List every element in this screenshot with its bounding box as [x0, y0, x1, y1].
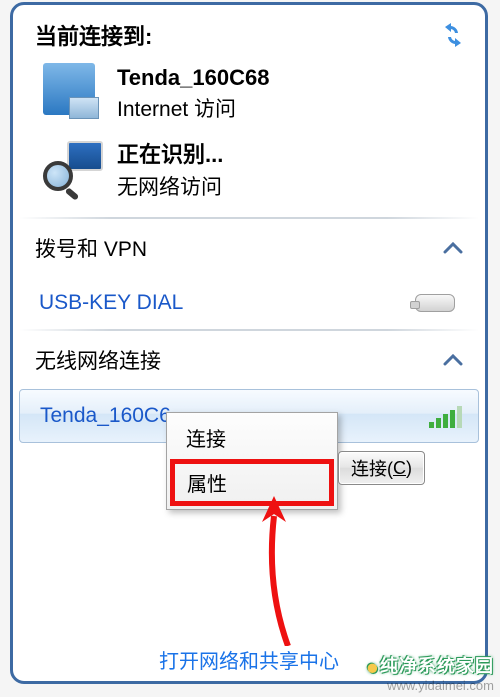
connection-status: 无网络访问 — [117, 171, 223, 201]
section-label: 无线网络连接 — [35, 345, 161, 375]
menu-item-properties[interactable]: 属性 — [170, 459, 334, 506]
connection-identifying[interactable]: 正在识别... 无网络访问 — [13, 129, 485, 207]
section-wireless[interactable]: 无线网络连接 — [13, 331, 485, 389]
network-server-icon — [43, 63, 103, 119]
signal-strength-icon — [429, 404, 462, 428]
header: 当前连接到: — [13, 5, 485, 57]
section-dial-vpn[interactable]: 拨号和 VPN — [13, 219, 485, 277]
header-label: 当前连接到: — [35, 19, 152, 51]
context-menu: 连接 属性 — [166, 412, 338, 510]
wifi-network-name: Tenda_160C6 — [40, 404, 171, 428]
connection-name: Tenda_160C68 — [117, 65, 269, 91]
refresh-icon[interactable] — [439, 23, 467, 47]
chevron-up-icon[interactable] — [443, 241, 463, 255]
connection-status: Internet 访问 — [117, 93, 269, 123]
section-label: 拨号和 VPN — [35, 233, 147, 263]
open-network-center-link[interactable]: 打开网络和共享中心 — [159, 651, 339, 673]
footer: 打开网络和共享中心 — [13, 645, 485, 674]
network-flyout-panel: 当前连接到: Tenda_160C68 Internet 访问 正在识别... … — [10, 2, 488, 684]
identifying-icon — [43, 135, 103, 191]
connection-wired[interactable]: Tenda_160C68 Internet 访问 — [13, 57, 485, 129]
menu-item-connect[interactable]: 连接 — [170, 416, 334, 459]
connection-name: 正在识别... — [117, 137, 223, 169]
chevron-up-icon[interactable] — [443, 353, 463, 367]
connect-button[interactable]: 连接(C) — [338, 451, 425, 485]
dial-item[interactable]: USB-KEY DIAL — [13, 277, 485, 325]
dial-item-name: USB-KEY DIAL — [39, 291, 183, 315]
modem-icon — [415, 294, 455, 312]
